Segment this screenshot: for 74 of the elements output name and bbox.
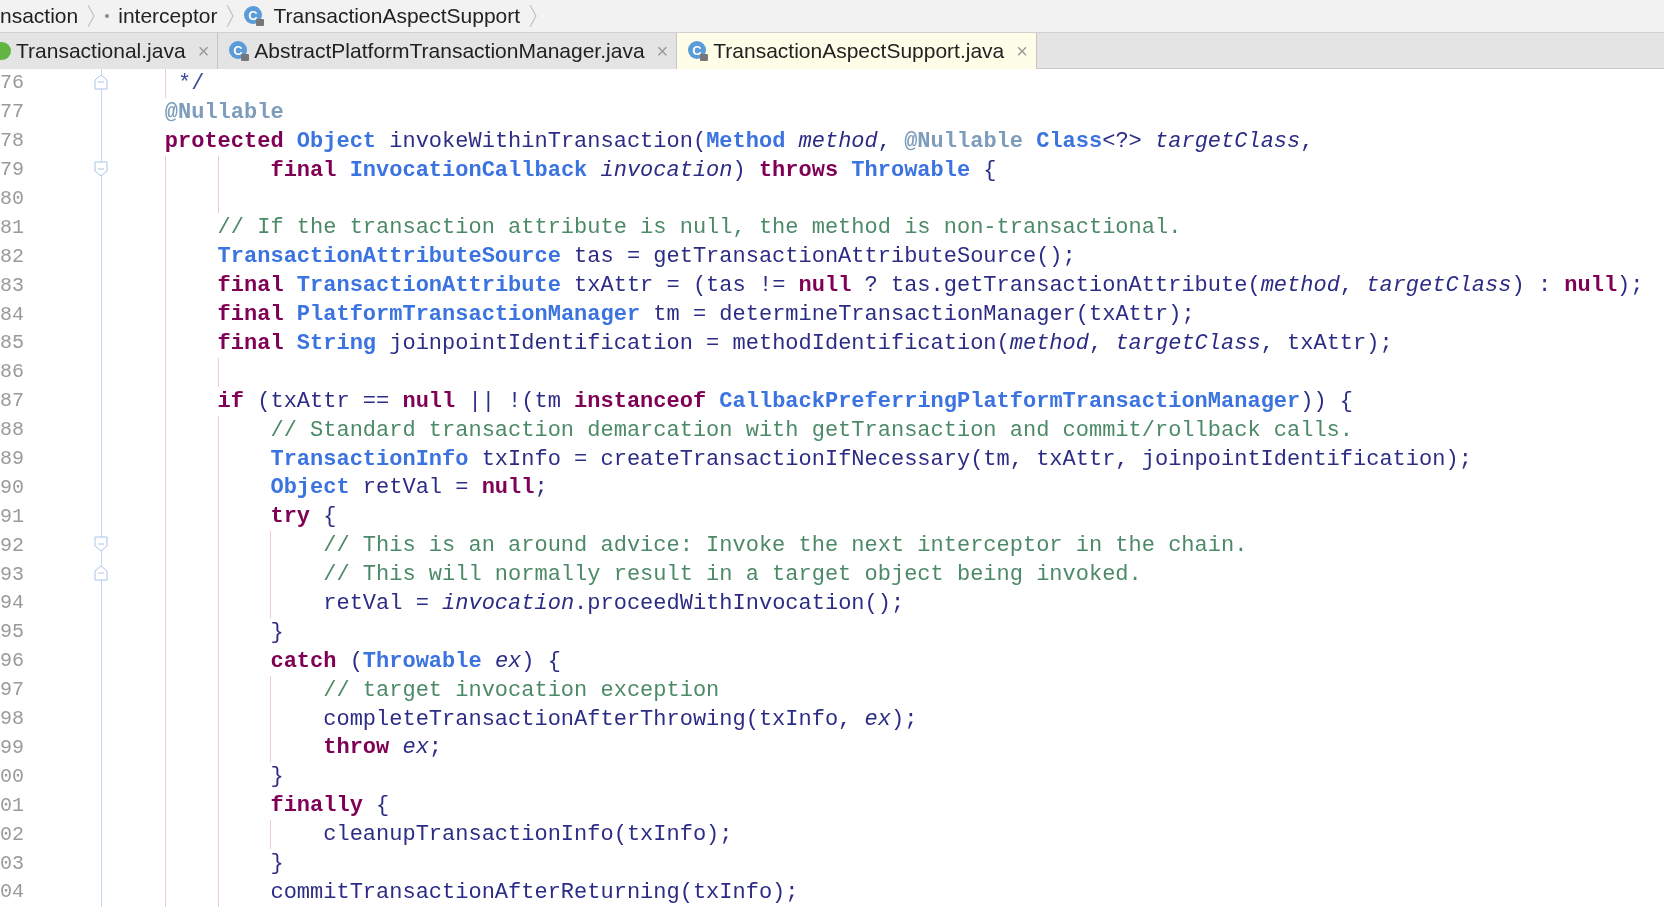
editor-tab[interactable]: C TransactionAspectSupport.java × <box>677 33 1037 69</box>
code-line: cleanupTransactionInfo(txInfo); <box>322 821 733 849</box>
fold-icon[interactable] <box>94 74 108 90</box>
line-number: 87 <box>0 388 25 415</box>
line-number: 86 <box>0 359 25 386</box>
class-icon: C <box>228 40 251 62</box>
line-number: 93 <box>0 561 25 588</box>
code-line: } <box>269 618 284 646</box>
code-line: catch (Throwable ex) { <box>269 647 561 675</box>
code-line: try { <box>269 503 337 531</box>
chevron-icon <box>225 3 236 29</box>
line-number: 89 <box>0 446 25 473</box>
class-icon: C <box>687 40 710 62</box>
code-line: finally { <box>269 792 390 820</box>
line-number: 95 <box>0 619 25 646</box>
code-line: // If the transaction attribute is null, the method is non-transactional. <box>216 214 1182 242</box>
fold-icon[interactable] <box>94 160 108 177</box>
code-line: final TransactionAttribute txAttr = (tas != null ? tas.getTransactionAttribute(method, targetClass) : null); <box>216 272 1644 300</box>
line-number: 03 <box>0 850 25 877</box>
line-number: 81 <box>0 214 25 241</box>
line-number: 01 <box>0 792 25 819</box>
line-number: 90 <box>0 474 25 501</box>
code-line: Object retVal = null; <box>269 474 548 502</box>
line-number: 85 <box>0 330 25 357</box>
code-line: throw ex; <box>322 734 443 762</box>
code-line: commitTransactionAfterReturning(txInfo); <box>269 878 799 906</box>
line-number: 97 <box>0 677 25 704</box>
line-number: 84 <box>0 301 25 328</box>
line-number: 99 <box>0 734 25 761</box>
line-number: 79 <box>0 157 25 184</box>
breadcrumb-item[interactable]: nsaction <box>0 1 79 31</box>
code-line: if (txAttr == null || !(tm instanceof CallbackPreferringPlatformTransactionManager)) { <box>216 387 1354 415</box>
chevron-icon <box>86 3 97 29</box>
dot-icon <box>104 13 111 19</box>
editor-tab[interactable]: Transactional.java × <box>0 33 219 69</box>
breadcrumb-item[interactable]: TransactionAspectSupport <box>273 1 521 31</box>
code-line: final InvocationCallback invocation) throws Throwable { <box>269 156 997 184</box>
code-line: protected Object invokeWithinTransaction(Method method, @Nullable Class<?> targetClass, <box>163 127 1314 155</box>
line-number: 83 <box>0 272 25 299</box>
fold-icon[interactable] <box>94 565 108 582</box>
fold-icon[interactable] <box>94 536 108 553</box>
code-line: // Standard transaction demarcation with getTransaction and commit/rollback calls. <box>269 416 1353 444</box>
line-number: 94 <box>0 590 25 617</box>
code-line: // This is an around advice: Invoke the next interceptor in the chain. <box>322 532 1248 560</box>
line-number: 00 <box>0 763 25 790</box>
line-number: 91 <box>0 503 25 530</box>
line-number: 78 <box>0 128 25 155</box>
annotation-icon <box>0 40 12 62</box>
code-line: retVal = invocation.proceedWithInvocation(); <box>322 589 905 617</box>
code-line: TransactionInfo txInfo = createTransactionIfNecessary(tm, txAttr, joinpointIdentification); <box>269 445 1472 473</box>
line-number: 02 <box>0 821 25 848</box>
chevron-icon <box>528 3 539 29</box>
code-line: final PlatformTransactionManager tm = determineTransactionManager(txAttr); <box>216 301 1195 329</box>
line-number: 88 <box>0 417 25 444</box>
line-number: 96 <box>0 648 25 675</box>
class-icon: C <box>243 5 266 27</box>
code-line: */ <box>177 69 205 97</box>
line-number: 98 <box>0 706 25 733</box>
line-number: 92 <box>0 532 25 559</box>
code-line: final String joinpointIdentification = methodIdentification(method, targetClass, txAttr); <box>216 329 1393 357</box>
breadcrumb-item[interactable]: interceptor <box>118 1 218 31</box>
code-line: } <box>269 763 284 791</box>
line-number: 77 <box>0 99 25 126</box>
code-line: completeTransactionAfterThrowing(txInfo, ex); <box>322 705 918 733</box>
editor-tab[interactable]: C AbstractPlatformTransactionManager.java × <box>218 33 678 69</box>
line-number: 04 <box>0 879 25 906</box>
line-number: 82 <box>0 243 25 270</box>
code-line: @Nullable <box>163 98 284 126</box>
code-line: } <box>269 850 284 877</box>
code-line: // This will normally result in a target object being invoked. <box>322 561 1142 589</box>
code-line: TransactionAttributeSource tas = getTransactionAttributeSource(); <box>216 243 1076 271</box>
line-number: 80 <box>0 186 25 212</box>
code-line: // target invocation exception <box>322 676 720 704</box>
line-number: 76 <box>0 70 25 97</box>
